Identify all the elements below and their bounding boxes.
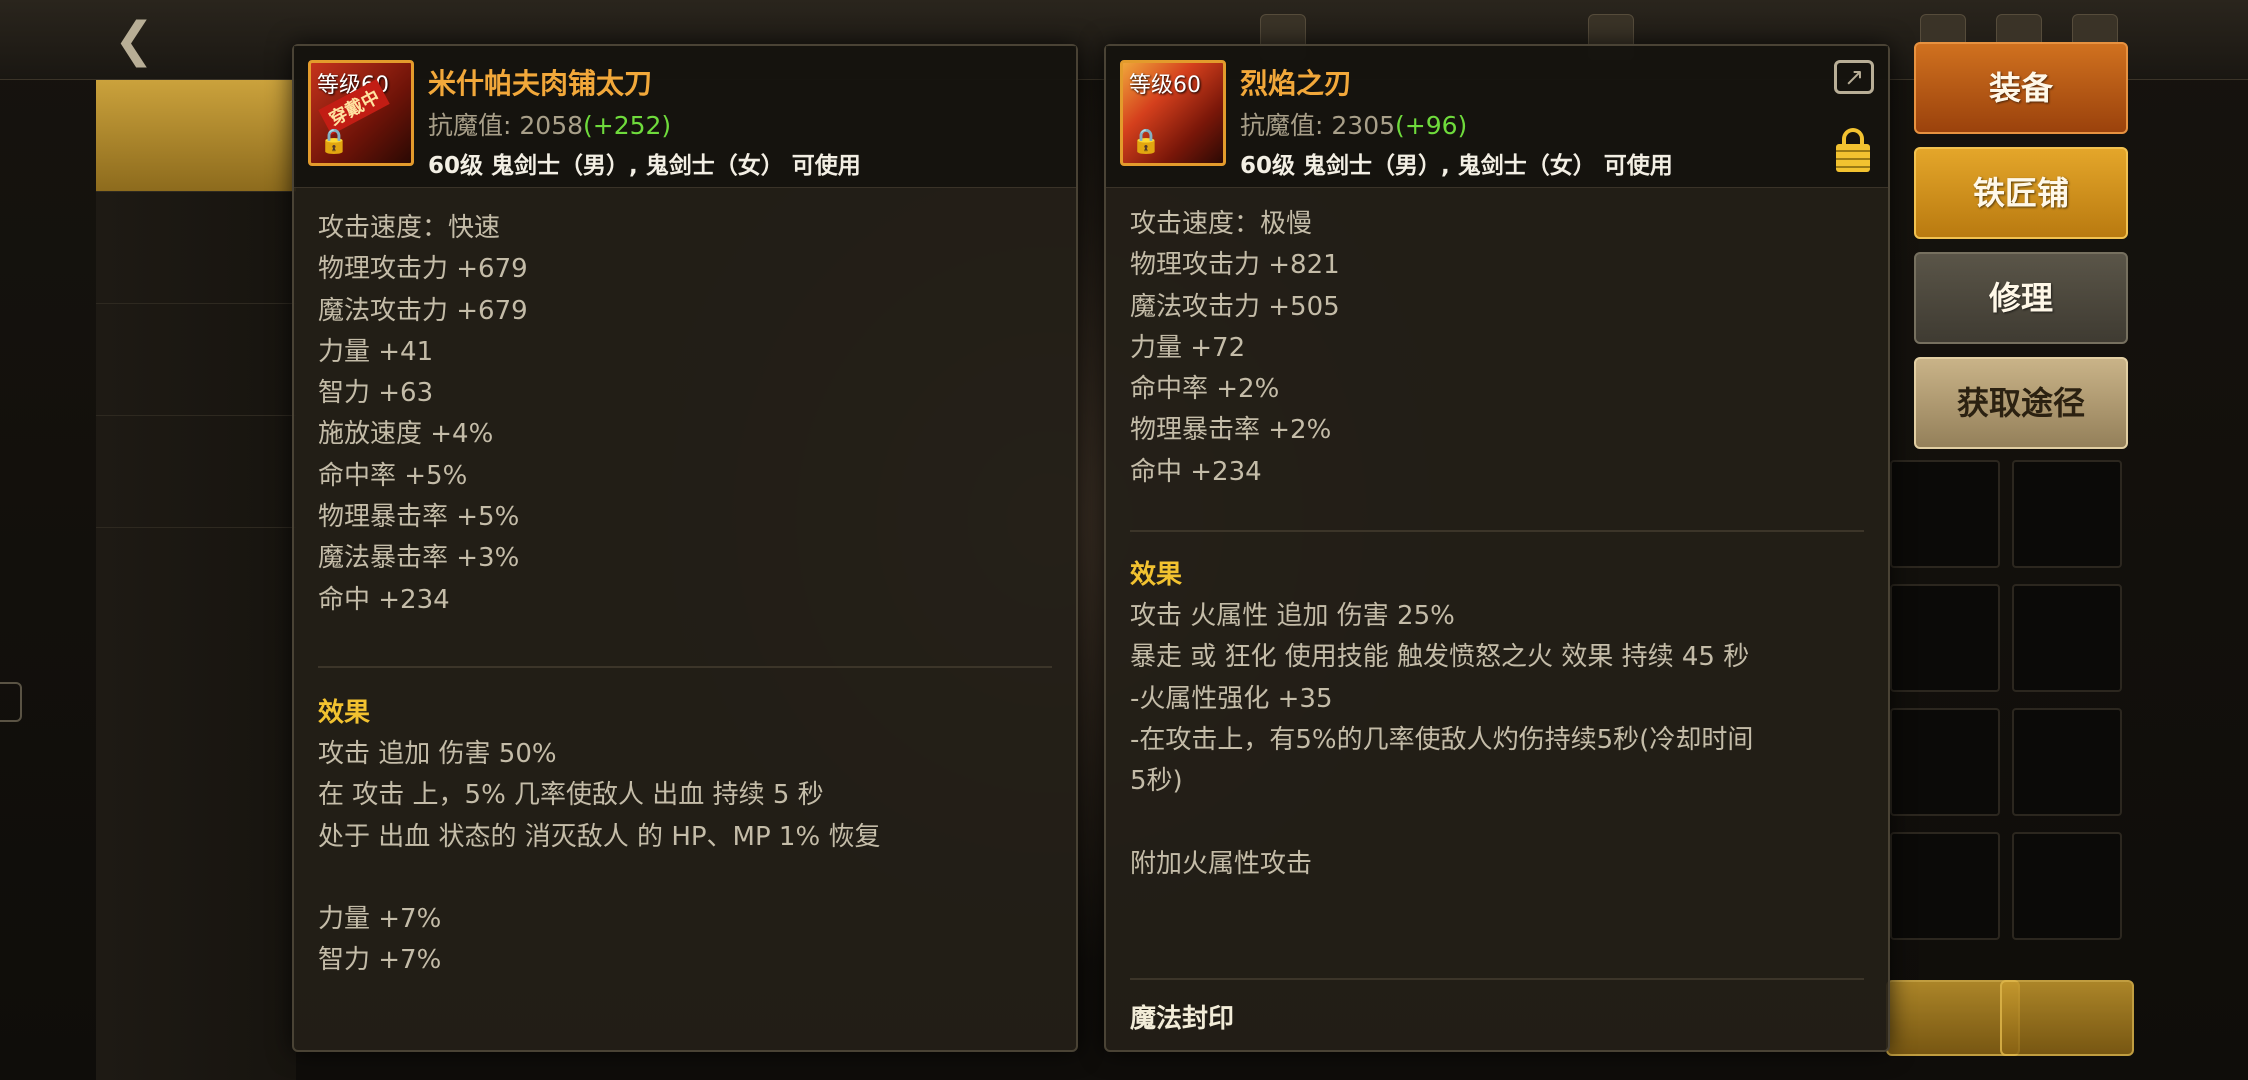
effect-line: 力量 +7%: [318, 904, 442, 935]
sidebar-tab-storage[interactable]: [96, 416, 296, 528]
effect-line: -在攻击上，有5%的几率使敌人灼伤持续5秒(冷却时间: [1130, 724, 1754, 755]
usable-class-text: 60级 鬼剑士（男）, 鬼剑士（女） 可使用: [1240, 153, 1673, 179]
stat-line: 力量 +41: [318, 336, 434, 367]
effect-line: 暴走 或 狂化 使用技能 触发愤怒之火 效果 持续 45 秒: [1130, 642, 1750, 673]
stat-line: 魔法攻击力 +505: [1130, 291, 1340, 322]
effect-line: 智力 +7%: [318, 945, 442, 976]
effect-line: 附加火属性攻击: [1130, 848, 1313, 879]
stat-line: 力量 +72: [1130, 332, 1246, 363]
section-divider: [318, 666, 1052, 668]
effect-line: [318, 858, 1056, 899]
inventory-slot[interactable]: [2012, 460, 2122, 568]
effect-line: [1130, 802, 1868, 843]
effect-line: 5秒): [1130, 766, 1183, 797]
stat-line: 魔法暴击率 +3%: [318, 543, 520, 574]
item-name: 米什帕夫肉铺太刀: [428, 67, 653, 100]
inventory-slot[interactable]: [2012, 832, 2122, 940]
equip-button[interactable]: 装备: [1914, 42, 2128, 134]
inventory-slot[interactable]: [1890, 584, 2000, 692]
sidebar-tab-avatar[interactable]: [96, 304, 296, 416]
blacksmith-button[interactable]: 铁匠铺: [1914, 147, 2128, 239]
resist-value-row: 抗魔值: 2058(+252): [428, 106, 671, 142]
stat-line: 命中 +234: [318, 584, 450, 615]
resist-label: 抗魔值:: [428, 111, 512, 140]
magic-seal-title: 魔法封印: [1130, 1004, 1235, 1034]
stats-list: 攻击速度：极慢 物理攻击力 +821 魔法攻击力 +505 力量 +72 命中率…: [1130, 204, 1340, 493]
stat-line: 智力 +63: [318, 378, 434, 409]
stats-list: 攻击速度：快速 物理攻击力 +679 魔法攻击力 +679 力量 +41 智力 …: [318, 208, 528, 621]
effect-line: 在 攻击 上，5% 几率使敌人 出血 持续 5 秒: [318, 780, 824, 811]
item-icon: 等级60 穿戴中 🔒: [308, 60, 414, 166]
selected-item-tooltip: 等级60 🔒 烈焰之刃 抗魔值: 2305(+96) 60级 鬼剑士（男）, 鬼…: [1104, 44, 1890, 1052]
effects-list: 攻击 火属性 追加 伤害 25% 暴走 或 狂化 使用技能 触发愤怒之火 效果 …: [1130, 596, 1868, 885]
resist-value: 2305: [1331, 111, 1396, 140]
lock-icon: 🔒: [1131, 127, 1161, 155]
sidebar-tab-items[interactable]: [96, 80, 296, 192]
stat-line: 物理暴击率 +2%: [1130, 415, 1332, 446]
tooltip-header: 等级60 🔒 烈焰之刃 抗魔值: 2305(+96) 60级 鬼剑士（男）, 鬼…: [1106, 46, 1888, 188]
stat-line: 施放速度 +4%: [318, 419, 494, 450]
effect-section-title: 效果: [318, 698, 371, 728]
effect-line: 攻击 追加 伤害 50%: [318, 739, 557, 769]
share-icon[interactable]: ↗: [1834, 60, 1874, 94]
lock-toggle-icon[interactable]: [1836, 128, 1870, 172]
back-arrow-icon[interactable]: ❮: [108, 14, 160, 66]
item-level-label: 等级60: [1129, 73, 1201, 98]
lock-body: [1836, 144, 1870, 172]
effect-section-title: 效果: [1130, 560, 1183, 590]
section-divider: [1130, 530, 1864, 532]
effects-list: 攻击 追加 伤害 50% 在 攻击 上，5% 几率使敌人 出血 持续 5 秒 处…: [318, 734, 1056, 982]
resist-value-row: 抗魔值: 2305(+96): [1240, 106, 1467, 142]
effect-line: 处于 出血 状态的 消灭敌人 的 HP、MP 1% 恢复: [318, 821, 881, 852]
disassemble-button[interactable]: [2000, 980, 2134, 1056]
stat-line: 攻击速度：极慢: [1130, 209, 1313, 239]
inventory-slot[interactable]: [2012, 708, 2122, 816]
inventory-slot[interactable]: [1890, 460, 2000, 568]
section-divider: [1130, 978, 1864, 980]
stat-line: 命中 +234: [1130, 456, 1262, 487]
stat-line: 物理暴击率 +5%: [318, 502, 520, 533]
stat-line: 命中率 +2%: [1130, 374, 1280, 405]
resist-bonus: (+96): [1395, 111, 1468, 140]
inventory-slot[interactable]: [2012, 584, 2122, 692]
stat-line: 命中率 +5%: [318, 460, 468, 491]
resist-bonus: (+252): [583, 111, 672, 140]
stat-line: 物理攻击力 +821: [1130, 250, 1340, 281]
sidebar-tab-titles[interactable]: [96, 192, 296, 304]
resist-value: 2058: [519, 111, 584, 140]
item-icon: 等级60 🔒: [1120, 60, 1226, 166]
inventory-category-sidebar: [96, 80, 296, 1080]
lock-icon: 🔒: [319, 127, 349, 155]
side-handle[interactable]: [0, 682, 22, 722]
effect-line: -火属性强化 +35: [1130, 683, 1333, 714]
stat-line: 物理攻击力 +679: [318, 254, 528, 285]
effect-line: 攻击 火属性 追加 伤害 25%: [1130, 601, 1455, 631]
acquisition-source-button[interactable]: 获取途径: [1914, 357, 2128, 449]
repair-button[interactable]: 修理: [1914, 252, 2128, 344]
stat-line: 攻击速度：快速: [318, 213, 501, 243]
inventory-slot[interactable]: [1890, 832, 2000, 940]
usable-class-text: 60级 鬼剑士（男）, 鬼剑士（女） 可使用: [428, 153, 861, 179]
item-name: 烈焰之刃: [1240, 67, 1353, 100]
equipped-item-tooltip: 等级60 穿戴中 🔒 米什帕夫肉铺太刀 抗魔值: 2058(+252) 60级 …: [292, 44, 1078, 1052]
inventory-slot[interactable]: [1890, 708, 2000, 816]
stat-line: 魔法攻击力 +679: [318, 295, 528, 326]
resist-label: 抗魔值:: [1240, 111, 1324, 140]
tooltip-header: 等级60 穿戴中 🔒 米什帕夫肉铺太刀 抗魔值: 2058(+252) 60级 …: [294, 46, 1076, 188]
